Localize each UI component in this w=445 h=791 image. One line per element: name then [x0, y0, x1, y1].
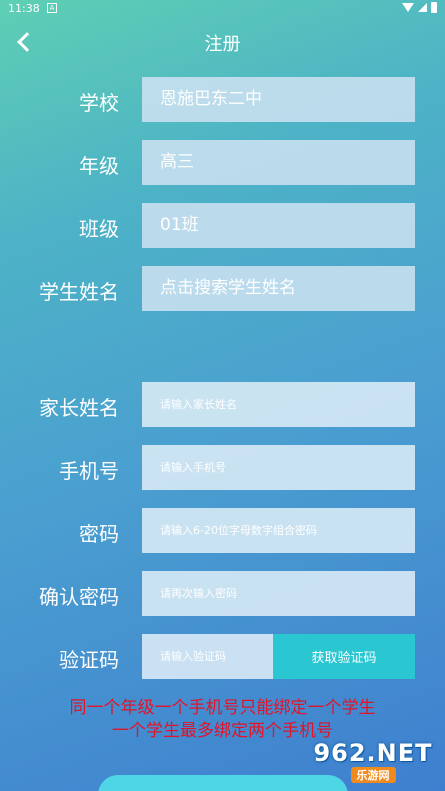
- password-input[interactable]: [142, 508, 415, 553]
- grade-field[interactable]: 高三: [142, 140, 415, 185]
- student-name-search[interactable]: 点击搜索学生姓名: [142, 266, 415, 311]
- student-name-label: 学生姓名: [39, 280, 119, 304]
- school-label: 学校: [79, 91, 119, 115]
- watermark-subtext: 乐游网: [350, 767, 396, 783]
- grade-label: 年级: [79, 154, 119, 178]
- class-label: 班级: [79, 217, 119, 241]
- student-name-row: 学生姓名 点击搜索学生姓名: [0, 266, 445, 311]
- password-row: 密码: [0, 508, 445, 553]
- class-row: 班级 01班: [0, 203, 445, 248]
- verification-code-input[interactable]: [142, 634, 273, 679]
- header: 注册: [0, 28, 445, 58]
- grade-row: 年级 高三: [0, 140, 445, 185]
- notification-icon: A: [47, 3, 57, 13]
- signal-icon: [418, 3, 427, 12]
- password-label: 密码: [79, 522, 119, 546]
- school-row: 学校 恩施巴东二中: [0, 77, 445, 122]
- battery-icon: [431, 2, 437, 13]
- school-field[interactable]: 恩施巴东二中: [142, 77, 415, 122]
- parent-name-row: 家长姓名: [0, 382, 445, 427]
- phone-input[interactable]: [142, 445, 415, 490]
- status-time: 11:38: [8, 2, 40, 15]
- notice-line-1: 同一个年级一个手机号只能绑定一个学生: [69, 698, 376, 718]
- verification-label: 验证码: [59, 648, 119, 672]
- confirm-password-input[interactable]: [142, 571, 415, 616]
- status-bar: 11:38 A: [0, 0, 445, 18]
- class-field[interactable]: 01班: [142, 203, 415, 248]
- confirm-password-row: 确认密码: [0, 571, 445, 616]
- parent-name-label: 家长姓名: [39, 396, 119, 420]
- status-indicators: [402, 2, 437, 13]
- parent-name-input[interactable]: [142, 382, 415, 427]
- phone-label: 手机号: [59, 459, 119, 483]
- page-title: 注册: [204, 34, 241, 55]
- confirm-password-label: 确认密码: [39, 585, 119, 609]
- wifi-icon: [402, 3, 414, 12]
- watermark-text: 962.NET: [313, 739, 433, 767]
- watermark-logo: 962.NET 乐游网: [307, 737, 439, 785]
- get-code-button[interactable]: 获取验证码: [273, 634, 415, 679]
- verification-row: 验证码 获取验证码: [0, 634, 445, 679]
- phone-row: 手机号: [0, 445, 445, 490]
